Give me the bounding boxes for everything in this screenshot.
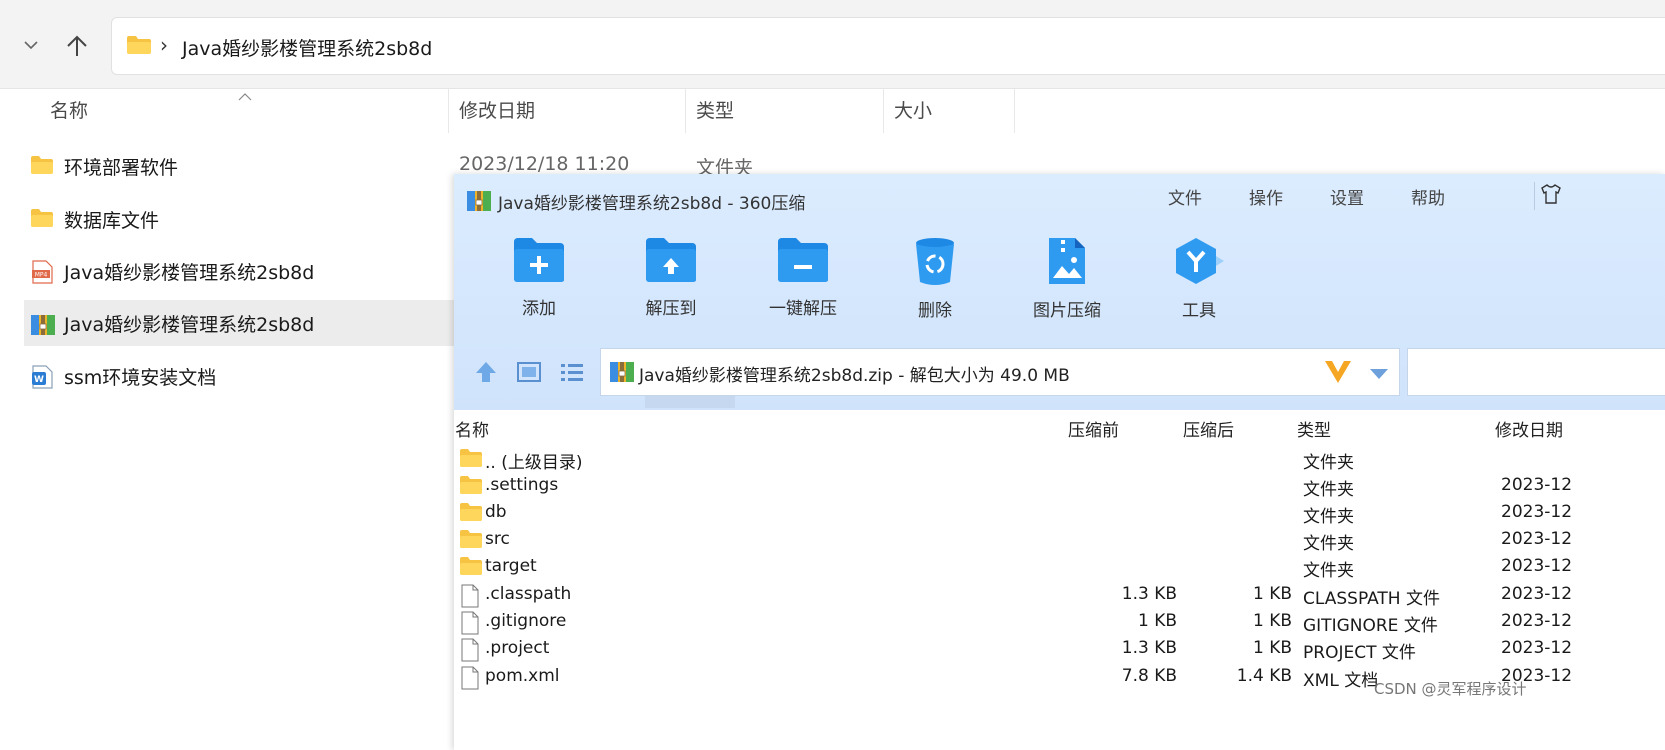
folder-icon — [30, 208, 54, 230]
svg-text:W: W — [34, 375, 44, 385]
add-button[interactable]: 添加 — [479, 236, 599, 336]
zip-list-item[interactable]: src 文件夹 2023-12 — [454, 527, 1665, 554]
explorer-column-headers: 名称 修改日期 类型 大小 — [0, 89, 1665, 133]
path-scroll-indicator — [645, 396, 735, 408]
list-view-icon[interactable] — [559, 360, 587, 386]
file-icon — [459, 584, 483, 608]
file-list-item-selected[interactable]: Java婚纱影楼管理系统2sb8d — [24, 300, 454, 346]
folder-icon — [126, 35, 152, 59]
file-list-item[interactable]: W ssm环境安装文档 — [24, 353, 454, 399]
file-icon — [459, 666, 483, 690]
zip-column-type[interactable]: 类型 — [1297, 416, 1331, 441]
v-logo-icon[interactable] — [1323, 359, 1353, 389]
zip-list-item[interactable]: .. (上级目录) 文件夹 — [454, 446, 1665, 473]
column-header-name[interactable]: 名称 — [0, 89, 449, 133]
menu-operation[interactable]: 操作 — [1249, 184, 1283, 209]
file-icon — [459, 611, 483, 635]
zip-list-item[interactable]: db 文件夹 2023-12 — [454, 500, 1665, 527]
thumbnail-view-icon[interactable] — [516, 360, 544, 386]
file-icon — [459, 638, 483, 662]
zip-column-before[interactable]: 压缩前 — [1068, 416, 1119, 441]
mp4-file-icon: MP4 — [30, 260, 54, 284]
path-dropdown-icon[interactable] — [1369, 365, 1389, 384]
menu-help[interactable]: 帮助 — [1411, 184, 1445, 209]
zip-path-bar[interactable]: Java婚纱影楼管理系统2sb8d.zip - 解包大小为 49.0 MB — [600, 348, 1400, 396]
zip-list-item[interactable]: .project 1.3 KB 1 KB PROJECT 文件 2023-12 — [454, 636, 1665, 663]
add-folder-icon — [514, 238, 564, 282]
file-name: 数据库文件 — [64, 210, 160, 232]
tools-hexagon-icon — [1176, 238, 1224, 284]
folder-icon — [459, 448, 483, 470]
folder-icon — [30, 155, 54, 177]
image-compress-button[interactable]: 图片压缩 — [1007, 236, 1127, 336]
zip-list-item[interactable]: .classpath 1.3 KB 1 KB CLASSPATH 文件 2023-12 — [454, 582, 1665, 609]
one-click-folder-icon — [778, 238, 828, 282]
zip-list-item[interactable]: target 文件夹 2023-12 — [454, 554, 1665, 581]
skin-tshirt-icon[interactable] — [1534, 182, 1567, 210]
folder-icon — [459, 529, 483, 551]
tools-button[interactable]: 工具 — [1139, 236, 1259, 336]
zip-path-text: Java婚纱影楼管理系统2sb8d.zip - 解包大小为 49.0 MB — [639, 366, 1070, 386]
folder-icon — [459, 502, 483, 524]
folder-icon — [459, 556, 483, 578]
file-name: Java婚纱影楼管理系统2sb8d — [64, 262, 315, 284]
extract-folder-icon — [646, 238, 696, 282]
delete-button[interactable]: 删除 — [875, 236, 995, 336]
one-click-extract-button[interactable]: 一键解压 — [743, 236, 863, 336]
csdn-watermark: CSDN @灵军程序设计 — [1374, 680, 1527, 698]
column-header-modified[interactable]: 修改日期 — [449, 89, 686, 133]
file-modified: 2023/12/18 11:20 — [459, 153, 630, 175]
word-doc-icon: W — [30, 365, 54, 389]
zip-window: Java婚纱影楼管理系统2sb8d - 360压缩 文件 操作 设置 帮助 添加… — [454, 174, 1665, 750]
explorer-toolbar: › Java婚纱影楼管理系统2sb8d — [0, 0, 1665, 89]
zip-archive-icon — [30, 312, 55, 335]
menu-settings[interactable]: 设置 — [1330, 184, 1364, 209]
file-list-item[interactable]: MP4 Java婚纱影楼管理系统2sb8d — [24, 248, 454, 294]
address-path[interactable]: Java婚纱影楼管理系统2sb8d — [182, 34, 432, 61]
zip-archive-icon — [466, 188, 492, 214]
file-name: 环境部署软件 — [64, 157, 179, 179]
up-arrow-icon[interactable] — [64, 32, 90, 60]
svg-text:MP4: MP4 — [35, 272, 48, 279]
menu-file[interactable]: 文件 — [1168, 184, 1202, 209]
zip-column-modified[interactable]: 修改日期 — [1495, 416, 1563, 441]
parent-folder-up-icon[interactable] — [473, 360, 501, 386]
zip-window-title: Java婚纱影楼管理系统2sb8d - 360压缩 — [466, 186, 805, 216]
column-header-size[interactable]: 大小 — [884, 89, 1015, 133]
column-header-type[interactable]: 类型 — [686, 89, 884, 133]
address-bar[interactable]: › Java婚纱影楼管理系统2sb8d — [111, 17, 1665, 75]
zip-archive-icon — [609, 359, 635, 385]
file-name: ssm环境安装文档 — [64, 367, 217, 389]
zip-column-name[interactable]: 名称 — [455, 416, 489, 441]
recent-locations-chevron-icon[interactable] — [20, 34, 42, 56]
file-list-item[interactable]: 环境部署软件 2023/12/18 11:20 文件夹 — [24, 143, 753, 189]
zip-search-input[interactable] — [1407, 348, 1665, 396]
extract-to-button[interactable]: 解压到 — [611, 236, 731, 336]
zip-list-item[interactable]: .settings 文件夹 2023-12 — [454, 473, 1665, 500]
recycle-bin-icon — [916, 238, 954, 285]
zip-list-item[interactable]: .gitignore 1 KB 1 KB GITIGNORE 文件 2023-12 — [454, 609, 1665, 636]
file-list-item[interactable]: 数据库文件 — [24, 196, 454, 242]
breadcrumb-chevron-icon: › — [160, 33, 168, 57]
zip-column-after[interactable]: 压缩后 — [1183, 416, 1234, 441]
folder-icon — [459, 475, 483, 497]
file-name: Java婚纱影楼管理系统2sb8d — [64, 314, 315, 336]
image-compress-icon — [1049, 238, 1085, 284]
